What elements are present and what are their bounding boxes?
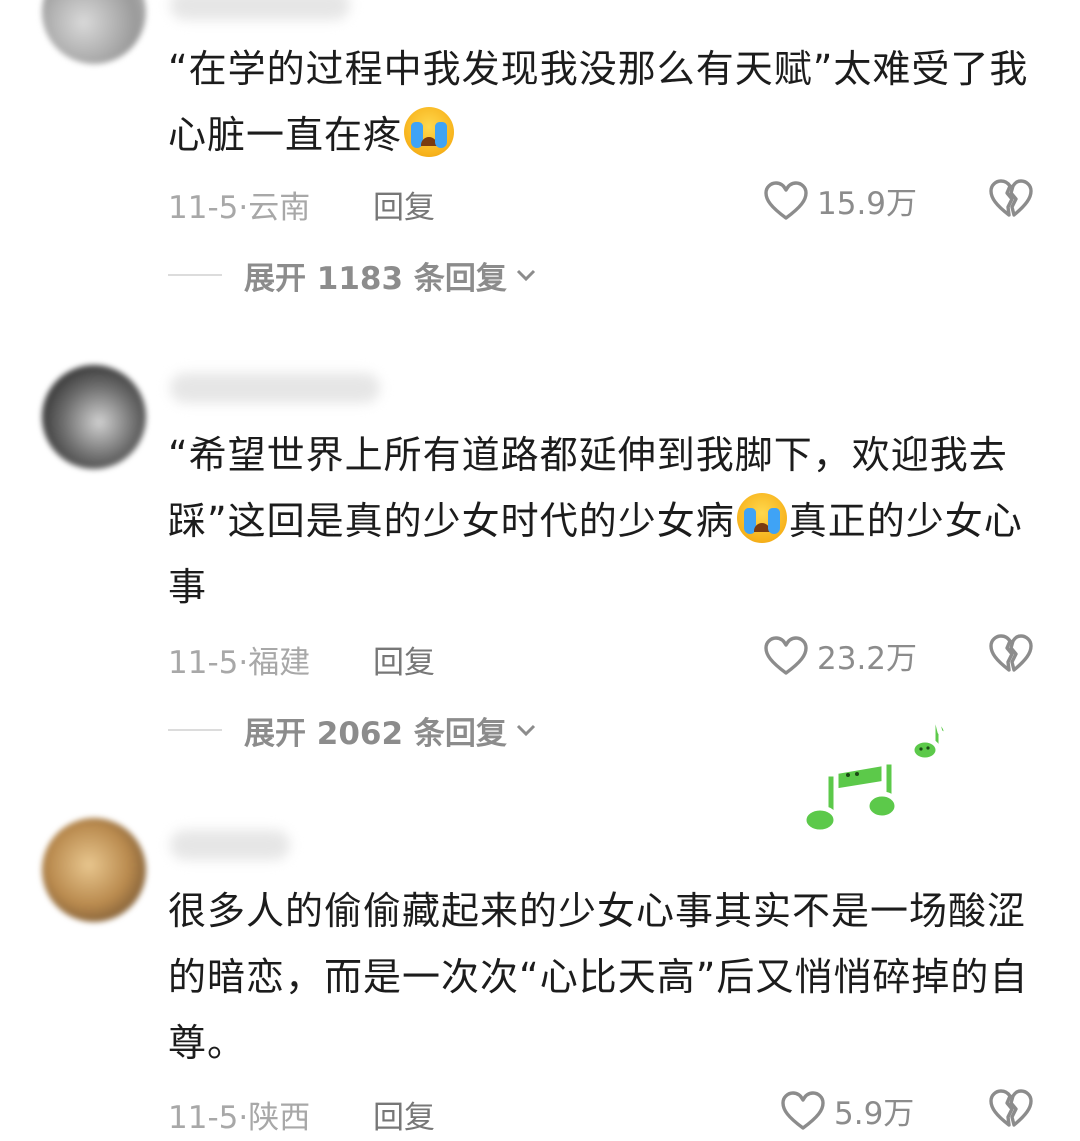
dislike-button[interactable] bbox=[988, 633, 1034, 683]
chevron-down-icon bbox=[515, 723, 537, 737]
expand-replies-label: 展开 2062 条回复 bbox=[244, 715, 507, 752]
like-button[interactable]: 15.9万 bbox=[763, 178, 917, 223]
broken-heart-icon bbox=[989, 1089, 1033, 1127]
loudly-crying-face-icon bbox=[404, 107, 455, 157]
expand-replies-label: 展开 1183 条回复 bbox=[244, 260, 507, 297]
date-location: 11-5·陕西 bbox=[168, 1100, 311, 1136]
avatar[interactable] bbox=[42, 0, 146, 64]
divider-line bbox=[168, 729, 222, 731]
comment-text: 很多人的偷偷藏起来的少女心事其实不是一场酸涩的暗恋，而是一次次“心比天高”后又悄… bbox=[168, 878, 1038, 1076]
reply-button[interactable]: 回复 bbox=[373, 1092, 435, 1137]
date-location: 11-5·福建 bbox=[168, 645, 311, 681]
username[interactable] bbox=[170, 0, 350, 20]
music-notes-sticker bbox=[801, 717, 949, 835]
heart-outline-icon bbox=[781, 1090, 825, 1130]
comment-text: “希望世界上所有道路都延伸到我脚下，欢迎我去踩”这回是真的少女时代的少女病 真正的… bbox=[168, 422, 1038, 620]
expand-replies[interactable]: 展开 2062 条回复 bbox=[168, 708, 537, 752]
chevron-down-icon bbox=[515, 268, 537, 282]
avatar[interactable] bbox=[42, 818, 146, 922]
username[interactable] bbox=[170, 830, 290, 860]
like-count: 15.9万 bbox=[817, 186, 918, 222]
broken-heart-icon bbox=[989, 634, 1033, 672]
like-button[interactable]: 5.9万 bbox=[780, 1088, 914, 1133]
broken-heart-icon bbox=[989, 179, 1033, 217]
loudly-crying-face-icon bbox=[736, 493, 787, 543]
expand-replies[interactable]: 展开 1183 条回复 bbox=[168, 253, 537, 297]
dislike-button[interactable] bbox=[988, 1088, 1034, 1138]
date-location: 11-5·云南 bbox=[168, 190, 311, 226]
comment-text-main: “在学的过程中我发现我没那么有天赋”太难受了我心脏一直在疼 bbox=[168, 47, 1029, 157]
username[interactable] bbox=[170, 373, 380, 403]
comment-meta: 11-5·福建 回复 23.2万 bbox=[168, 633, 1038, 681]
comment-text-main: 很多人的偷偷藏起来的少女心事其实不是一场酸涩的暗恋，而是一次次“心比天高”后又悄… bbox=[168, 889, 1029, 1065]
reply-button[interactable]: 回复 bbox=[373, 182, 435, 227]
reply-button[interactable]: 回复 bbox=[373, 637, 435, 682]
divider-line bbox=[168, 274, 222, 276]
like-count: 23.2万 bbox=[817, 641, 918, 677]
avatar[interactable] bbox=[42, 365, 146, 469]
heart-outline-icon bbox=[764, 180, 808, 220]
like-count: 5.9万 bbox=[834, 1096, 915, 1132]
heart-outline-icon bbox=[764, 635, 808, 675]
like-button[interactable]: 23.2万 bbox=[763, 633, 917, 678]
comment-meta: 11-5·陕西 回复 5.9万 bbox=[168, 1088, 1038, 1136]
comment-text: “在学的过程中我发现我没那么有天赋”太难受了我心脏一直在疼 bbox=[168, 36, 1038, 168]
comment-meta: 11-5·云南 回复 15.9万 bbox=[168, 178, 1038, 226]
dislike-button[interactable] bbox=[988, 178, 1034, 228]
